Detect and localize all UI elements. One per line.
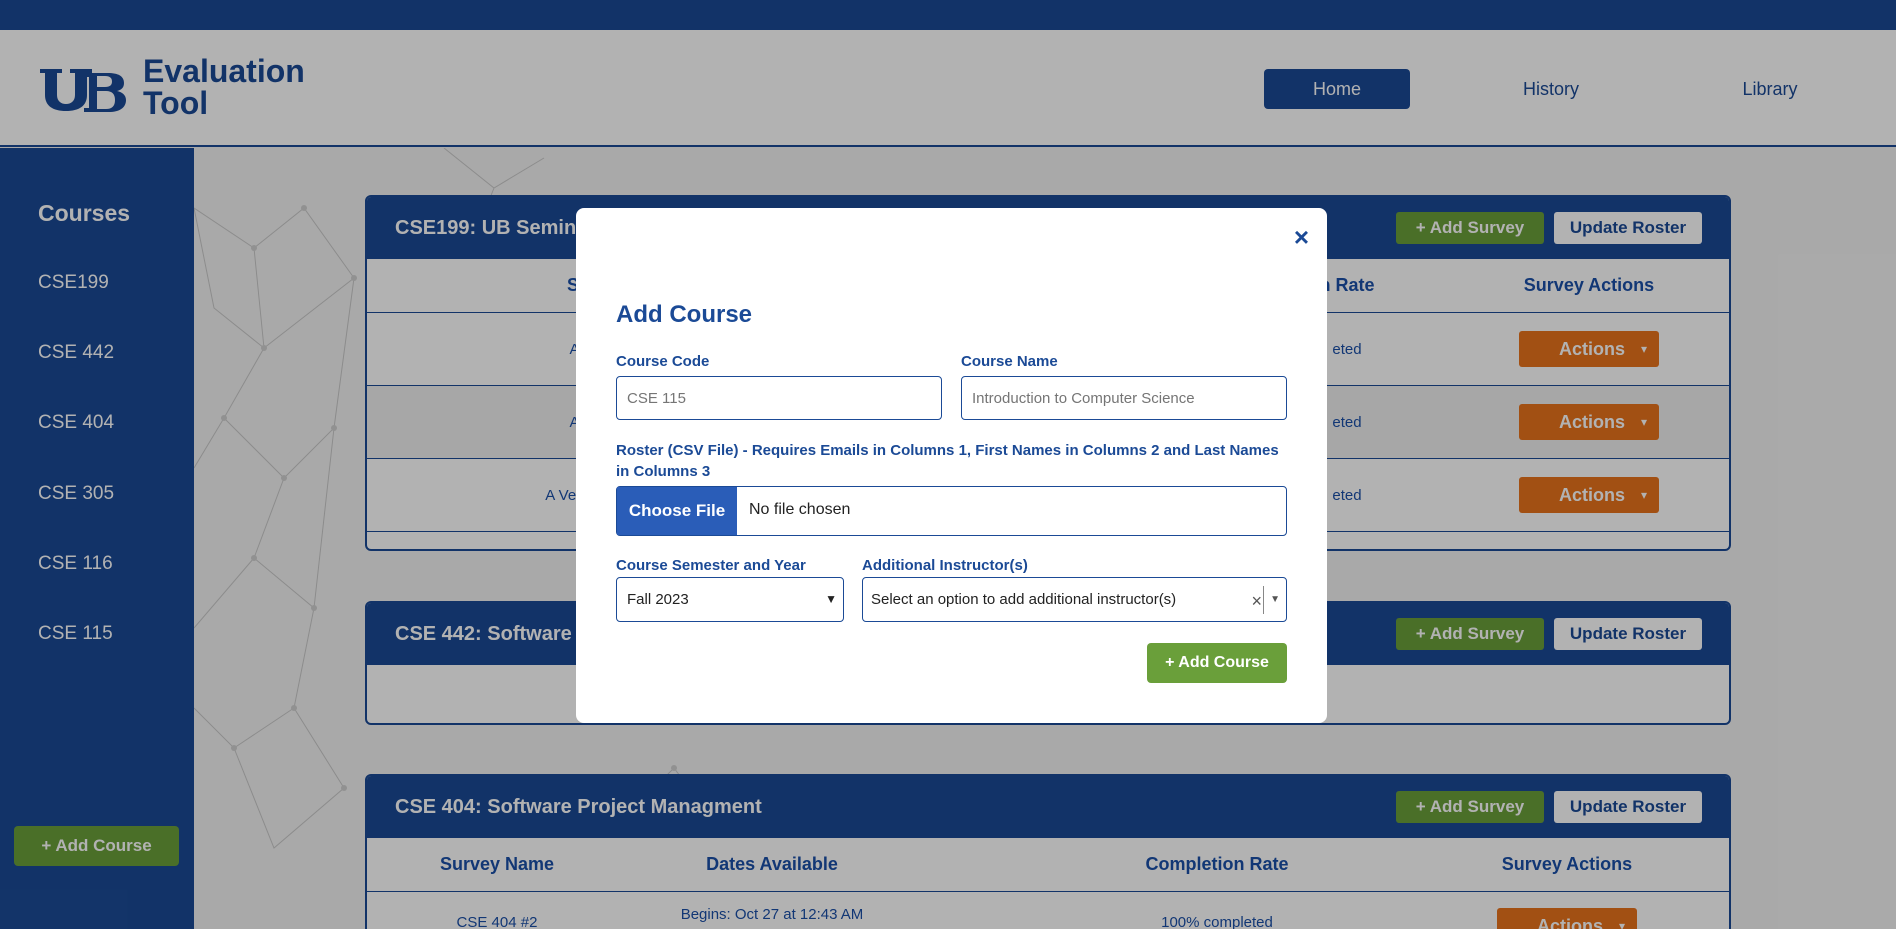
instructors-select[interactable]: Select an option to add additional instr… <box>862 577 1287 622</box>
choose-file-button[interactable]: Choose File <box>617 487 737 535</box>
add-course-modal: × Add Course Course Code Course Name Ros… <box>576 208 1327 723</box>
chevron-down-icon[interactable]: ▼ <box>1270 578 1280 621</box>
clear-icon[interactable]: × <box>1251 580 1262 623</box>
instructors-placeholder: Select an option to add additional instr… <box>871 591 1177 608</box>
close-icon[interactable]: × <box>1294 222 1309 253</box>
semester-value: Fall 2023 <box>627 591 689 608</box>
roster-label: Roster (CSV File) - Requires Emails in C… <box>616 442 1279 480</box>
course-name-input[interactable] <box>961 376 1287 420</box>
divider <box>1263 586 1264 614</box>
course-code-input[interactable] <box>616 376 942 420</box>
semester-select[interactable]: Fall 2023 ▼ <box>616 577 844 622</box>
modal-title: Add Course <box>616 301 753 328</box>
chevron-down-icon: ▼ <box>825 592 837 606</box>
semester-label: Course Semester and Year <box>616 557 806 574</box>
roster-file-input[interactable]: Choose File No file chosen <box>616 486 1287 536</box>
file-status: No file chosen <box>749 501 851 518</box>
course-name-label: Course Name <box>961 353 1058 370</box>
add-course-submit-button[interactable]: + Add Course <box>1147 643 1287 683</box>
instructors-label: Additional Instructor(s) <box>862 557 1028 574</box>
course-code-label: Course Code <box>616 353 710 370</box>
